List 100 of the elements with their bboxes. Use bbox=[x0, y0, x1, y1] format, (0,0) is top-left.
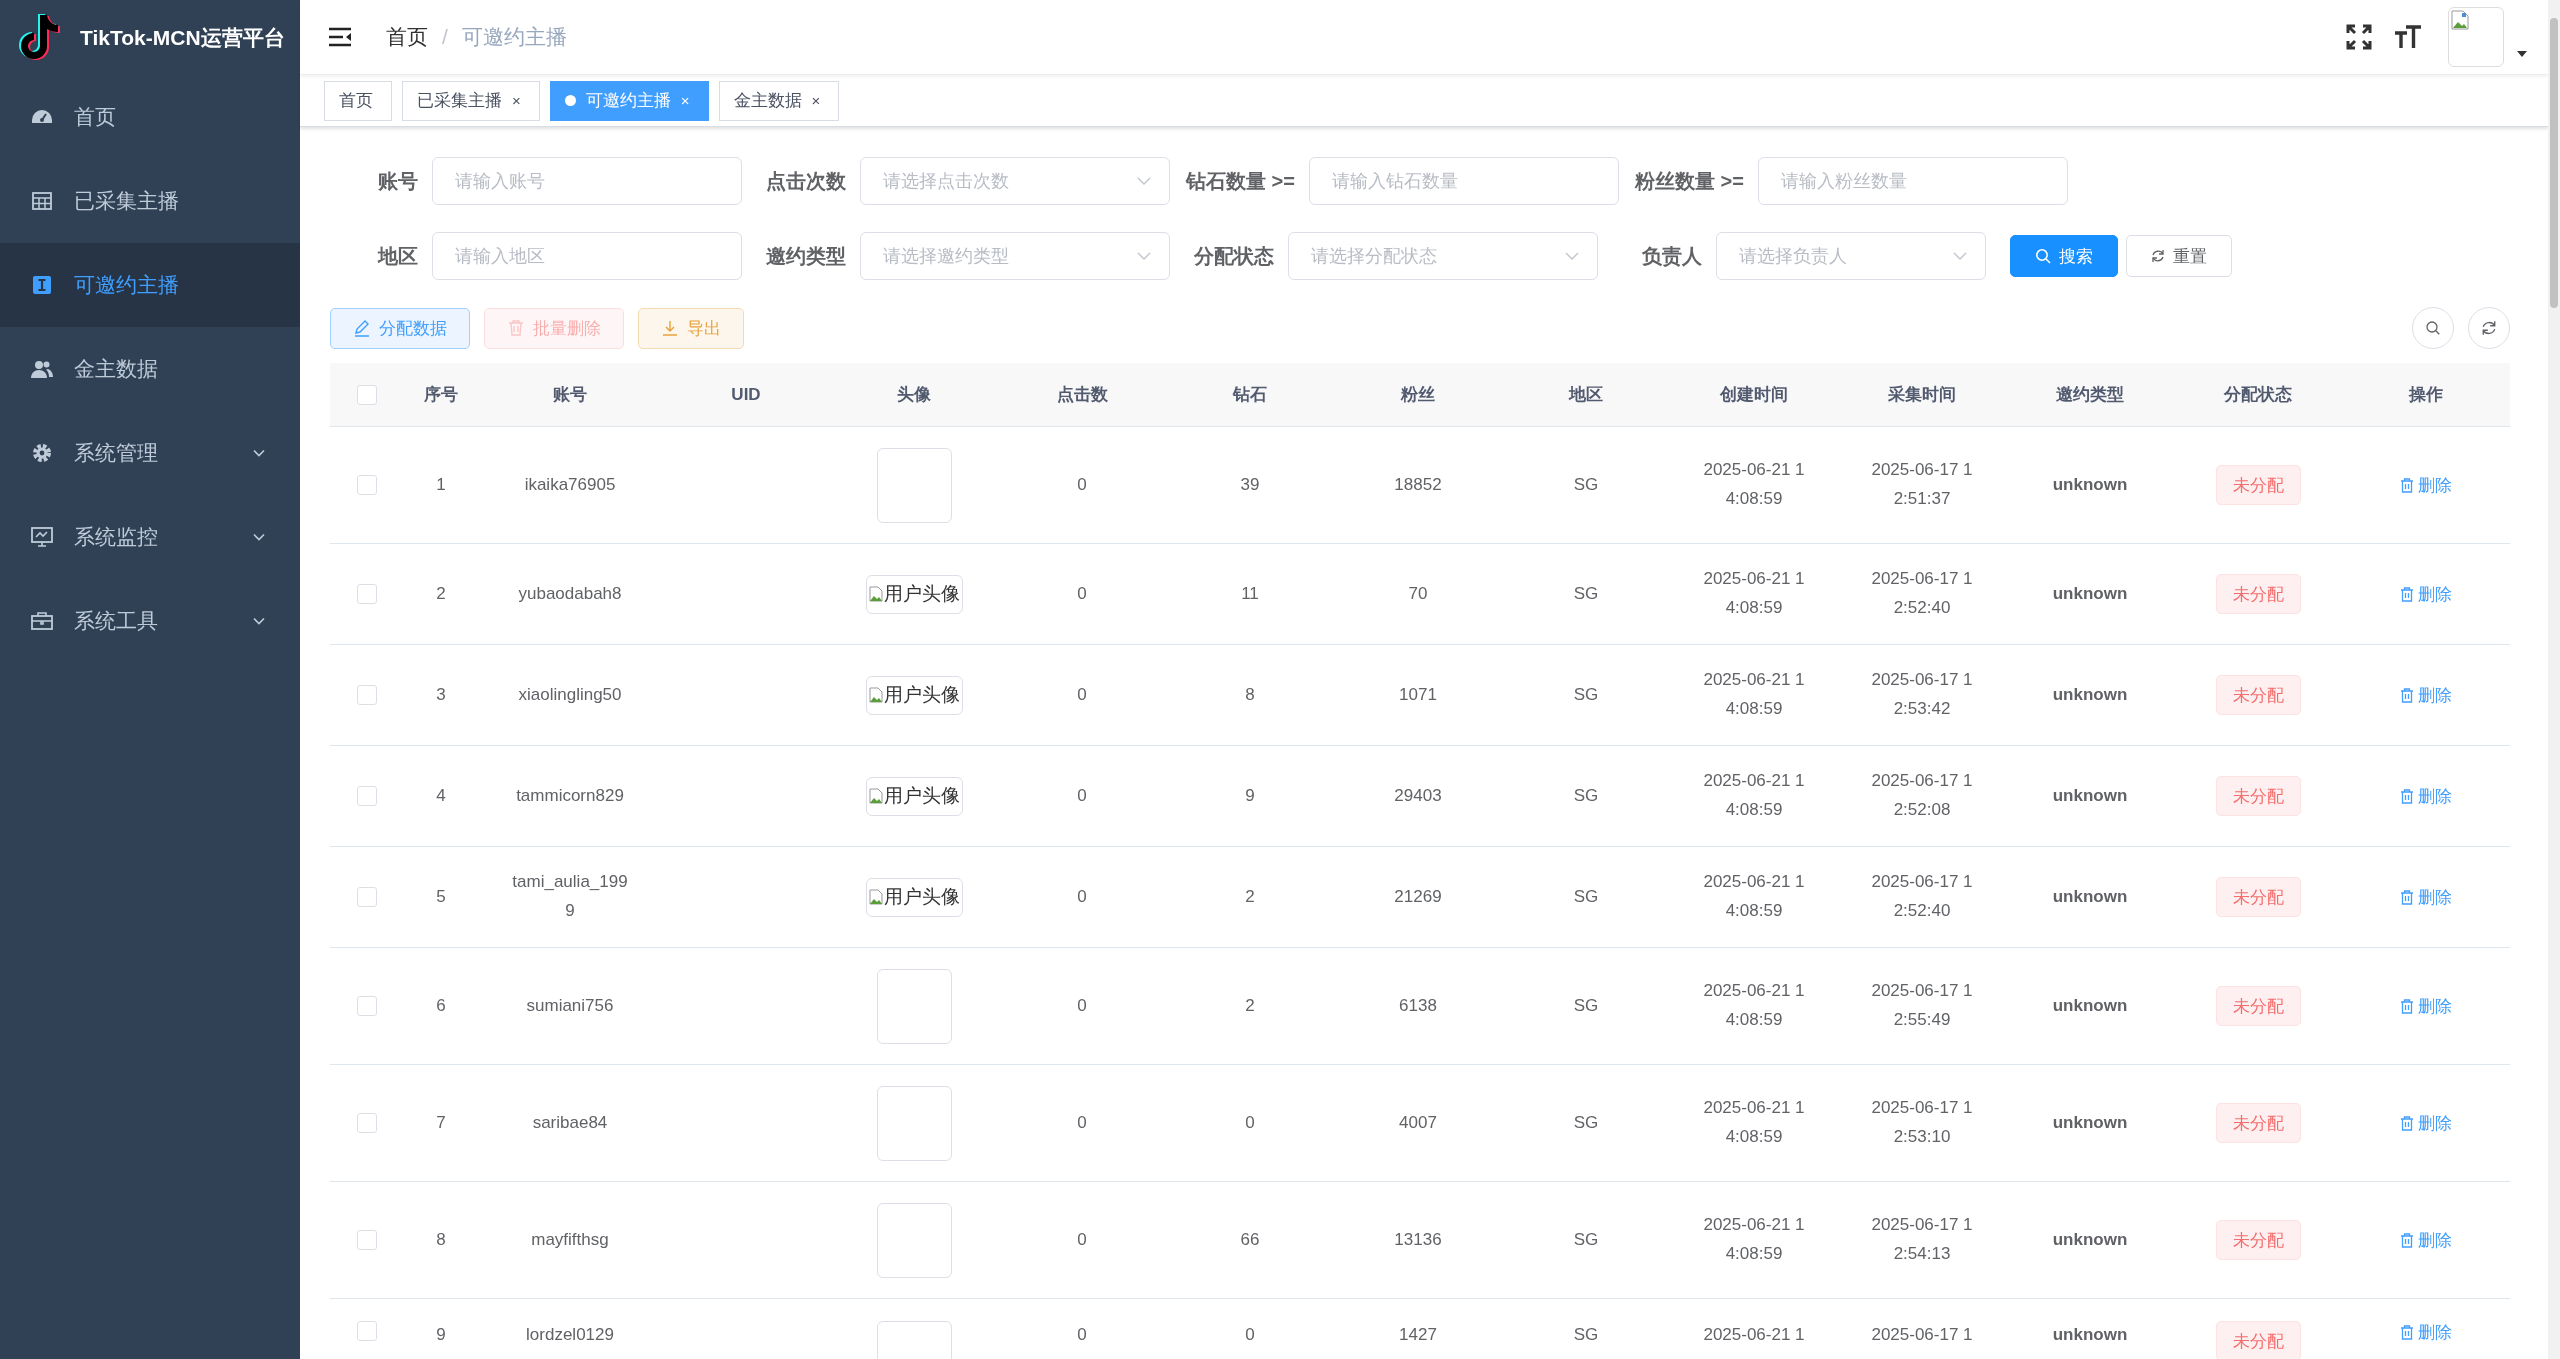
input-field[interactable]: 请输入地区 bbox=[432, 232, 742, 280]
delete-link[interactable]: 删除 bbox=[2400, 885, 2452, 909]
trash-icon bbox=[2400, 477, 2414, 493]
table-cell-text: SG bbox=[1573, 473, 1599, 496]
select-field[interactable]: 请选择分配状态 bbox=[1288, 232, 1598, 280]
delete-link[interactable]: 删除 bbox=[2400, 683, 2452, 707]
search-button[interactable]: 搜索 bbox=[2010, 235, 2118, 277]
table-cell-text: 2025-06-21 1 bbox=[1702, 1324, 1806, 1346]
checkbox[interactable] bbox=[357, 1230, 377, 1250]
checkbox[interactable] bbox=[357, 1113, 377, 1133]
delete-link[interactable]: 删除 bbox=[2400, 994, 2452, 1018]
dot-icon bbox=[564, 95, 576, 106]
table-cell-text: 2025-06-17 12:54:13 bbox=[1870, 1214, 1974, 1265]
delete-link[interactable]: 删除 bbox=[2400, 784, 2452, 808]
close-icon[interactable]: × bbox=[811, 92, 821, 109]
table-cell-text: 2025-06-17 12:51:37 bbox=[1870, 459, 1974, 510]
checkbox[interactable] bbox=[357, 887, 377, 907]
reset-button[interactable]: 重置 bbox=[2126, 235, 2232, 277]
trash-icon bbox=[2400, 998, 2414, 1014]
sidebar-item[interactable]: 已采集主播 bbox=[0, 159, 300, 243]
delete-link[interactable]: 删除 bbox=[2400, 1321, 2452, 1344]
select-field[interactable]: 请选择邀约类型 bbox=[860, 232, 1170, 280]
sidebar-item[interactable]: 系统管理 bbox=[0, 411, 300, 495]
delete-link[interactable]: 删除 bbox=[2400, 1111, 2452, 1135]
table-cell-text: mayfifthsg bbox=[530, 1228, 610, 1251]
table-cell-text: 0 bbox=[1077, 1111, 1087, 1134]
refresh-icon bbox=[2481, 320, 2497, 336]
table-cell-text: ikaika76905 bbox=[523, 473, 617, 496]
table-cell-text: 0 bbox=[1077, 1324, 1087, 1346]
checkbox[interactable] bbox=[357, 1321, 377, 1341]
delete-link[interactable]: 删除 bbox=[2400, 1228, 2452, 1252]
delete-link[interactable]: 删除 bbox=[2400, 473, 2452, 497]
broken-image-icon[interactable] bbox=[2448, 7, 2504, 67]
table-cell-text: unknown bbox=[2052, 885, 2128, 908]
refresh-button[interactable] bbox=[2468, 307, 2510, 349]
sidebar-item[interactable]: 可邀约主播 bbox=[0, 243, 300, 327]
status-tag: 未分配 bbox=[2215, 1321, 2301, 1359]
input-field[interactable]: 请输入钻石数量 bbox=[1308, 157, 1619, 205]
table-cell-text: 1 bbox=[436, 473, 446, 496]
sidebar-item[interactable]: 系统工具 bbox=[0, 579, 300, 663]
table-cell-text: 4007 bbox=[1399, 1111, 1437, 1134]
table-cell-text: 2025-06-21 14:08:59 bbox=[1702, 568, 1806, 619]
scrollbar-thumb[interactable] bbox=[2550, 18, 2558, 308]
select-field[interactable]: 请选择点击次数 bbox=[860, 157, 1170, 205]
table-cell-text: 4 bbox=[436, 784, 446, 807]
status-tag: 未分配 bbox=[2215, 574, 2301, 614]
table-cell-text: lordzel0129 bbox=[525, 1324, 615, 1346]
checkbox[interactable] bbox=[357, 584, 377, 604]
breadcrumb-item: 可邀约主播 bbox=[461, 24, 567, 50]
sidebar-item[interactable]: 系统监控 bbox=[0, 495, 300, 579]
input-field[interactable]: 请输入粉丝数量 bbox=[1757, 157, 2068, 205]
delete-link[interactable]: 删除 bbox=[2400, 582, 2452, 606]
checkbox[interactable] bbox=[357, 475, 377, 495]
search-button[interactable] bbox=[2412, 307, 2454, 349]
close-icon[interactable]: × bbox=[512, 92, 521, 109]
table-cell-text: unknown bbox=[2052, 1324, 2128, 1346]
search-icon bbox=[2425, 320, 2441, 336]
breadcrumb-item[interactable]: 首页 bbox=[386, 23, 428, 51]
status-tag: 未分配 bbox=[2215, 465, 2301, 505]
checkbox[interactable] bbox=[357, 996, 377, 1016]
column-header: 分配状态 bbox=[2224, 384, 2292, 406]
tab[interactable]: 金主数据 × bbox=[718, 80, 840, 121]
select-field[interactable]: 请选择负责人 bbox=[1716, 232, 1986, 280]
field-label: 粉丝数量 >= bbox=[1634, 168, 1745, 194]
settings-icon bbox=[30, 441, 54, 465]
table-cell-text: 66 bbox=[1240, 1228, 1260, 1251]
assign-button[interactable]: 分配数据 bbox=[330, 307, 470, 349]
table-cell-text: 13136 bbox=[1394, 1228, 1442, 1251]
checkbox[interactable] bbox=[357, 384, 377, 405]
table-cell-text: 0 bbox=[1245, 1111, 1255, 1134]
table-cell-text: 2025-06-21 14:08:59 bbox=[1702, 669, 1806, 720]
sidebar-item[interactable]: 金主数据 bbox=[0, 327, 300, 411]
table-cell-text: 2 bbox=[436, 582, 446, 605]
export-button[interactable]: 导出 bbox=[638, 307, 744, 349]
table-cell-text: SG bbox=[1573, 784, 1599, 807]
table-cell-text: unknown bbox=[2052, 994, 2128, 1017]
scrollbar[interactable] bbox=[2548, 0, 2560, 1359]
tab[interactable]: 首页 bbox=[324, 80, 392, 121]
sidebar-item[interactable]: 首页 bbox=[0, 75, 300, 159]
tab[interactable]: 可邀约主播 × bbox=[549, 80, 709, 121]
table-cell-text: 11 bbox=[1241, 582, 1259, 605]
table-cell-text: tammicorn829 bbox=[515, 784, 625, 807]
table-cell-text: SG bbox=[1573, 683, 1599, 706]
checkbox[interactable] bbox=[357, 786, 377, 806]
table-cell-text: xiaolingling50 bbox=[517, 683, 623, 706]
field-label: 分配状态 bbox=[1193, 243, 1275, 269]
column-header: 操作 bbox=[2409, 384, 2443, 406]
checkbox[interactable] bbox=[357, 685, 377, 705]
table-cell-text: 7 bbox=[436, 1111, 446, 1134]
table-cell-text: 9 bbox=[1245, 784, 1255, 807]
table-cell-text: 0 bbox=[1077, 1228, 1087, 1251]
table-cell-text: SG bbox=[1573, 885, 1599, 908]
close-icon[interactable]: × bbox=[680, 92, 690, 109]
music-note-icon bbox=[16, 12, 60, 63]
table-cell-text: SG bbox=[1573, 994, 1599, 1017]
breadcrumb-separator: / bbox=[442, 25, 448, 49]
input-field[interactable]: 请输入账号 bbox=[432, 157, 742, 205]
tab[interactable]: 已采集主播 × bbox=[402, 80, 540, 121]
table-cell-text: 0 bbox=[1077, 473, 1087, 496]
trash-icon bbox=[2400, 1115, 2414, 1131]
